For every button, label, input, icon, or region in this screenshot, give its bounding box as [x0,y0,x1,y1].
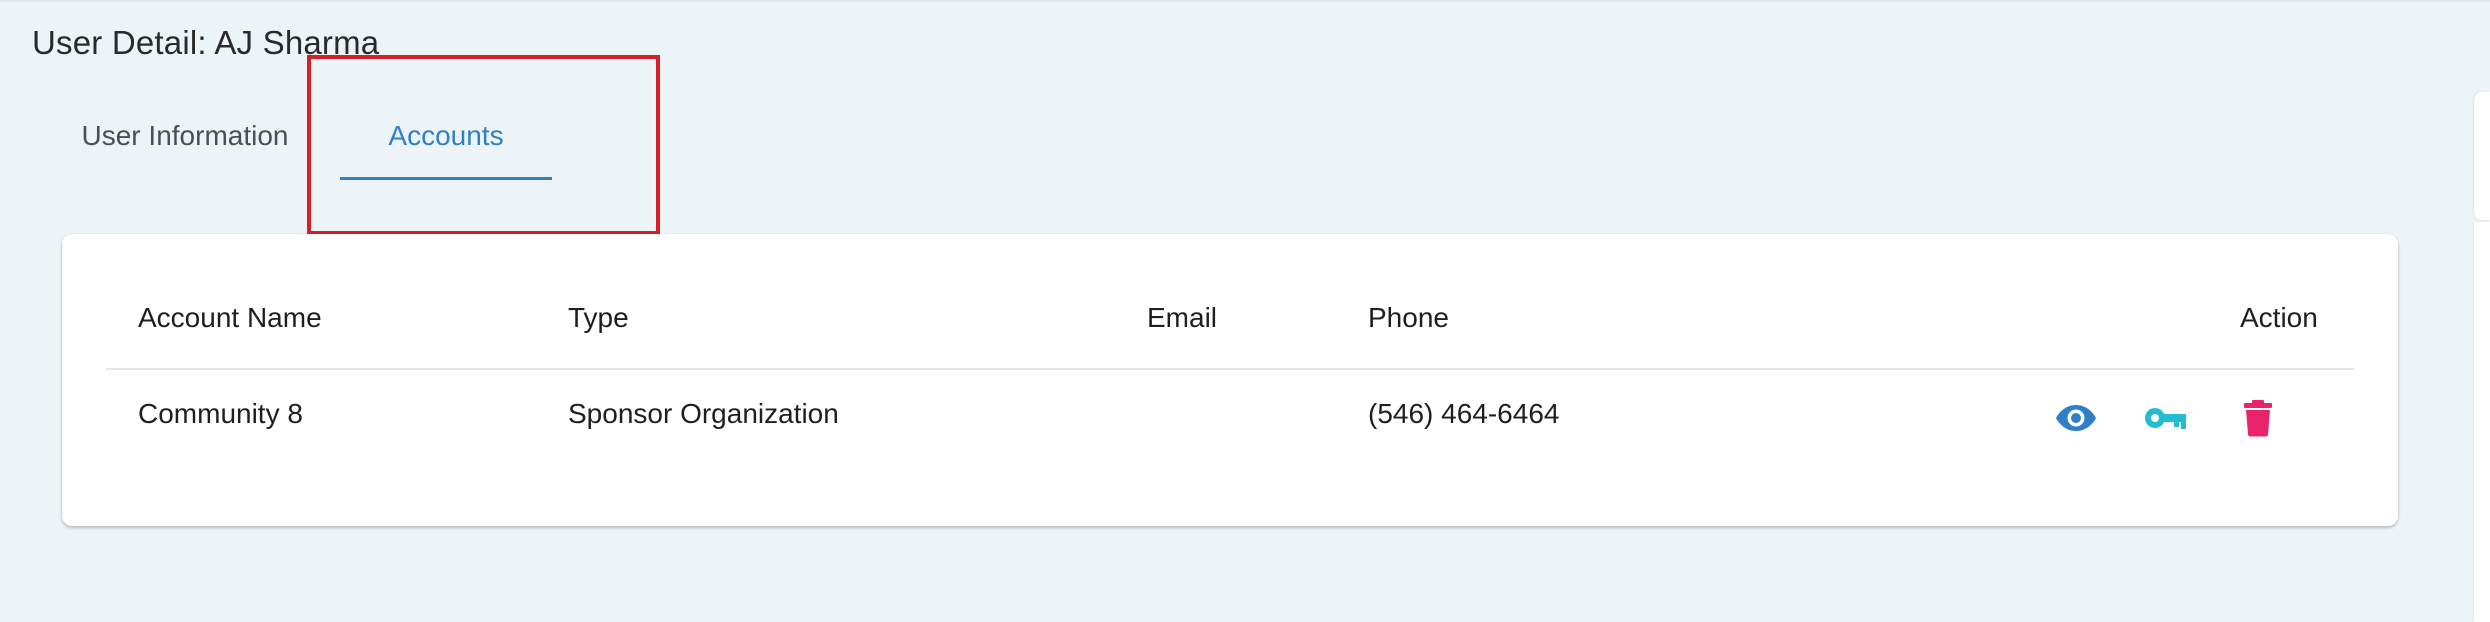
tab-user-information[interactable]: User Information [40,100,330,182]
column-header-email: Email [1147,302,1218,333]
reset-key-button[interactable] [2142,396,2190,440]
cell-phone: (546) 464-6464 [1368,398,1560,429]
accounts-table-card: Account Name Type Email Phone Action Com… [62,234,2398,526]
trash-icon [2244,400,2272,437]
eye-icon [2056,405,2096,431]
side-panel-edge [2474,92,2490,220]
column-header-type: Type [568,302,629,333]
column-header-action: Action [2240,302,2318,333]
delete-account-button[interactable] [2234,396,2282,440]
table-row: Community 8 Sponsor Organization (546) 4… [106,370,2354,466]
key-icon [2145,408,2186,429]
active-tab-indicator [340,177,552,180]
column-header-account-name: Account Name [138,302,322,333]
cell-account-name: Community 8 [138,398,303,429]
side-panel-edge-lower [2474,222,2490,622]
top-divider [0,0,2490,2]
view-account-button[interactable] [2052,396,2100,440]
tab-accounts[interactable]: Accounts [340,100,552,182]
column-header-phone: Phone [1368,302,1449,333]
page-title: User Detail: AJ Sharma [32,24,380,61]
cell-type: Sponsor Organization [568,398,839,429]
table-header-row: Account Name Type Email Phone Action [106,278,2354,370]
